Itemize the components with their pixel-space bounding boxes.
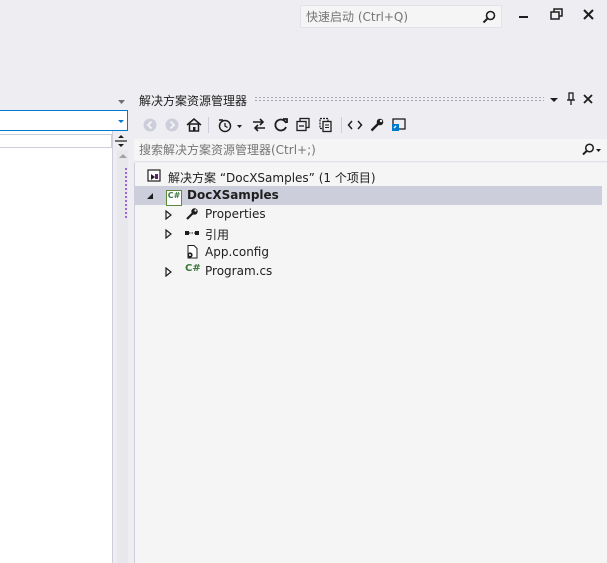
solution-explorer-toolbar <box>134 113 607 137</box>
home-icon <box>186 118 202 132</box>
tree-solution-label: 解决方案 “DocXSamples” (1 个项目) <box>168 171 376 185</box>
solution-explorer: 解决方案资源管理器 搜索解决方案资源管理器(Ctrl+;) 解决方案 “DocX… <box>134 88 607 563</box>
preview-button[interactable] <box>390 116 408 134</box>
expanded-arrow-icon[interactable] <box>145 190 155 200</box>
collapse-all-icon <box>296 117 310 132</box>
collapsed-arrow-icon[interactable] <box>164 266 174 278</box>
toolbar-separator <box>208 117 209 133</box>
left-second-combo[interactable] <box>0 134 112 148</box>
chevron-down-icon <box>118 120 124 123</box>
collapse-all-button[interactable] <box>294 116 312 134</box>
search-options-button[interactable] <box>581 142 601 158</box>
close-icon <box>583 9 594 20</box>
solution-explorer-title-bar[interactable]: 解决方案资源管理器 <box>134 88 607 110</box>
properties-button[interactable] <box>368 116 386 134</box>
collapsed-arrow-icon[interactable] <box>164 209 174 221</box>
forward-button[interactable] <box>163 116 181 134</box>
solution-search-box[interactable] <box>134 139 607 162</box>
window-position-dropdown[interactable] <box>547 91 561 107</box>
home-button[interactable] <box>185 116 203 134</box>
dropdown-caret-icon[interactable] <box>117 95 127 104</box>
pin-icon <box>567 92 575 105</box>
left-combo-box[interactable] <box>0 110 117 131</box>
sync-icon <box>253 118 265 132</box>
properties-icon <box>370 118 384 132</box>
config-file-icon <box>184 244 200 260</box>
scroll-up-icon[interactable] <box>119 153 127 159</box>
tree-item-program-cs[interactable]: C# Program.cs <box>135 262 602 281</box>
quick-launch-box[interactable] <box>300 5 502 28</box>
restore-icon <box>550 8 563 20</box>
close-icon <box>583 94 593 104</box>
tree-project-node[interactable]: C# DocXSamples <box>135 186 602 206</box>
chevron-down-icon <box>550 98 558 102</box>
tree-item-label: Properties <box>205 207 266 221</box>
collapsed-arrow-icon[interactable] <box>164 228 174 240</box>
refresh-button[interactable] <box>272 116 290 134</box>
left-editor-pane <box>0 110 113 563</box>
search-icon[interactable] <box>481 9 497 25</box>
toolbar-separator <box>341 117 342 133</box>
references-icon <box>184 225 200 241</box>
tree-item-label: App.config <box>205 245 269 259</box>
back-button[interactable] <box>141 116 159 134</box>
sync-button[interactable] <box>250 116 268 134</box>
view-code-button[interactable] <box>346 116 364 134</box>
tree-project-label: DocXSamples <box>187 188 279 202</box>
change-marker <box>125 168 127 218</box>
preview-icon <box>392 118 406 131</box>
tree-item-references[interactable]: 引用 <box>135 224 602 243</box>
pin-button[interactable] <box>564 91 578 107</box>
tree-item-label: Program.cs <box>205 264 273 278</box>
minimize-button[interactable] <box>514 6 534 24</box>
show-all-files-icon <box>319 117 332 133</box>
refresh-icon <box>274 118 288 132</box>
panel-title: 解决方案资源管理器 <box>139 94 248 108</box>
tree-solution-node[interactable]: 解决方案 “DocXSamples” (1 个项目) <box>135 167 602 186</box>
solution-tree: 解决方案 “DocXSamples” (1 个项目) C# DocXSample… <box>134 163 607 563</box>
restore-button[interactable] <box>547 6 567 24</box>
tree-item-properties[interactable]: Properties <box>135 205 602 224</box>
minimize-icon <box>519 16 528 18</box>
view-code-icon <box>347 120 363 130</box>
search-icon <box>582 143 601 156</box>
back-icon <box>143 118 157 132</box>
solution-icon <box>146 168 162 184</box>
drag-grip[interactable] <box>254 96 544 102</box>
pending-changes-filter-button[interactable] <box>216 116 244 134</box>
tree-item-label: 引用 <box>205 228 230 242</box>
quick-launch-input[interactable] <box>301 6 471 27</box>
close-panel-button[interactable] <box>581 91 595 107</box>
solution-search-input[interactable] <box>134 139 554 161</box>
show-all-files-button[interactable] <box>317 116 335 134</box>
wrench-icon <box>184 206 200 222</box>
split-icon[interactable] <box>114 134 128 148</box>
csharp-project-icon: C# <box>166 190 182 206</box>
left-combo-dropdown[interactable] <box>116 110 128 131</box>
csharp-file-icon: C# <box>185 263 201 274</box>
tree-item-app-config[interactable]: App.config <box>135 243 602 262</box>
close-button[interactable] <box>579 6 599 24</box>
forward-icon <box>165 118 179 132</box>
history-icon <box>218 119 242 133</box>
